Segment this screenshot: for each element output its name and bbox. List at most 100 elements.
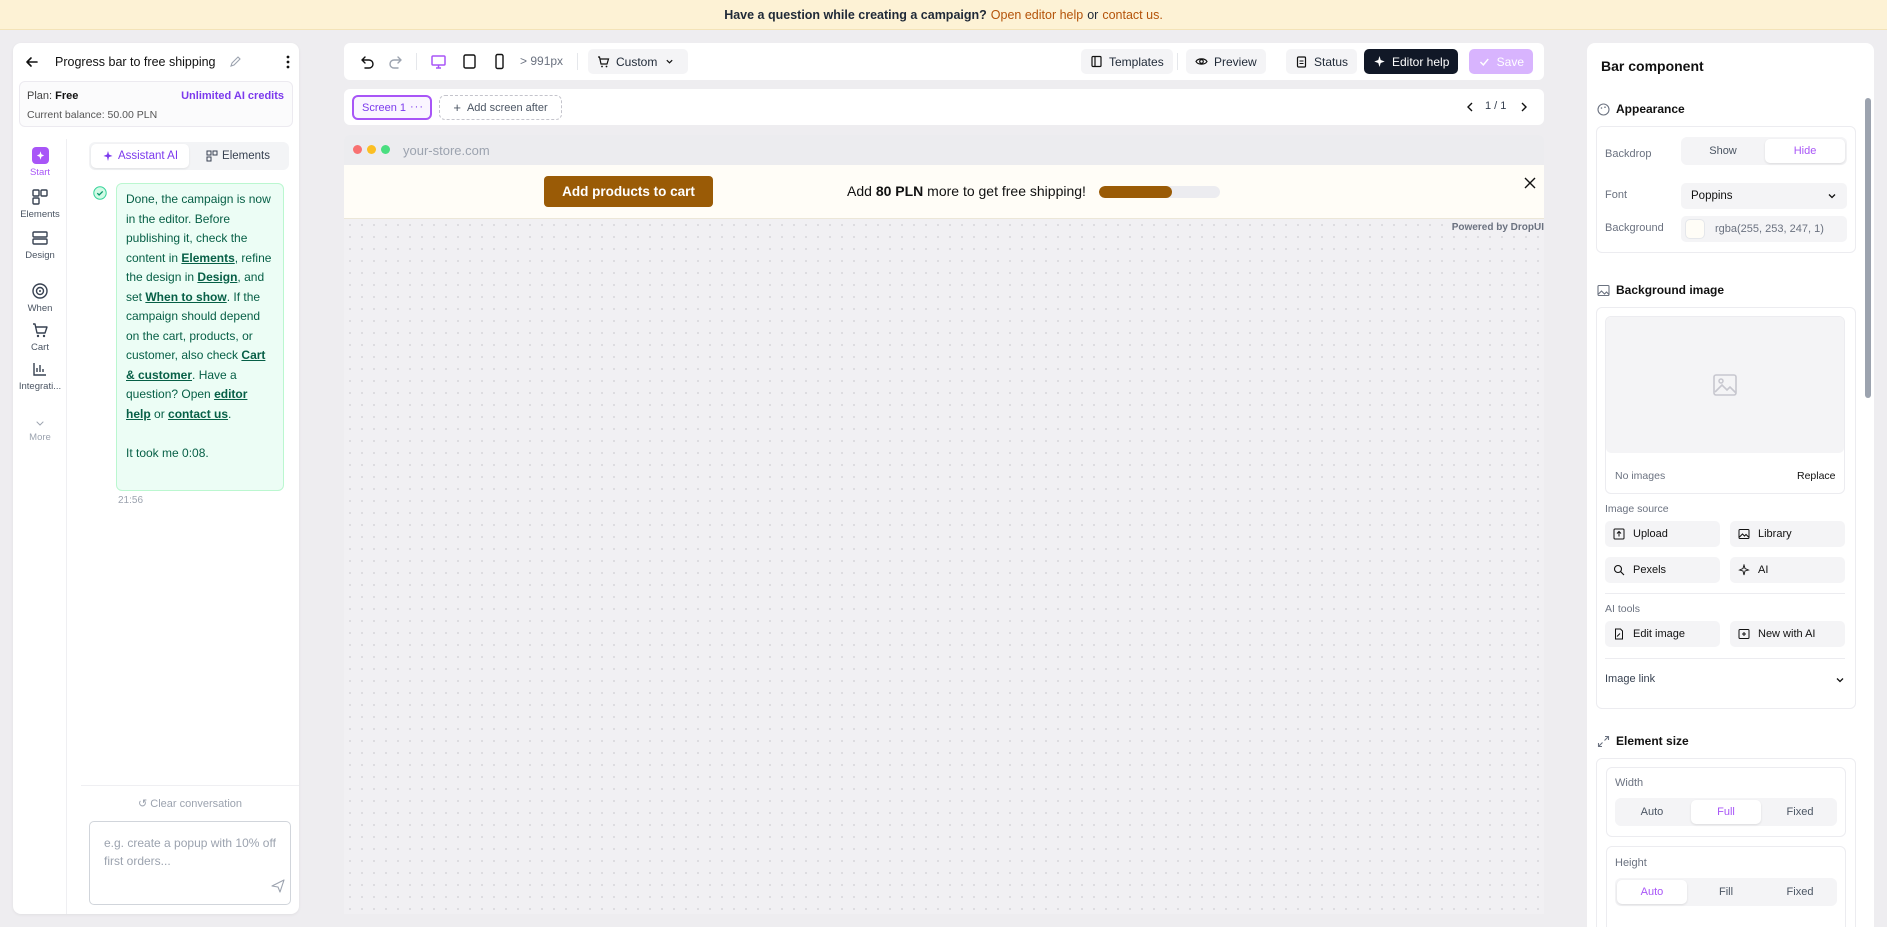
- height-toggle: Auto Fill Fixed: [1615, 878, 1837, 906]
- editor-canvas[interactable]: your-store.com Add products to cart Add …: [344, 135, 1544, 914]
- templates-button[interactable]: Templates: [1081, 49, 1173, 74]
- palette-icon: [1597, 102, 1610, 116]
- screen-bar: Screen 1 ··· + Add screen after 1 / 1: [344, 89, 1544, 125]
- shipping-progress-bar: [1099, 186, 1220, 198]
- toolbar-divider: [577, 53, 578, 70]
- ai-image-button[interactable]: AI: [1730, 557, 1845, 583]
- bg-image-header: Background image: [1597, 283, 1724, 297]
- tab-elements[interactable]: Elements: [189, 144, 287, 168]
- rail-item-start[interactable]: Start: [13, 147, 67, 185]
- status-label: Status: [1314, 54, 1349, 69]
- close-icon[interactable]: [1522, 175, 1538, 191]
- pencil-icon[interactable]: [229, 55, 242, 68]
- tab-assistant-ai[interactable]: Assistant AI: [91, 144, 189, 168]
- screen-label: Screen 1: [362, 101, 407, 114]
- send-icon[interactable]: [271, 879, 285, 893]
- cart-mode-value: Custom: [616, 54, 658, 69]
- ai-credits-link[interactable]: Unlimited AI credits: [181, 90, 284, 102]
- rail-item-cart[interactable]: Cart: [13, 321, 67, 359]
- new-with-ai-label: New with AI: [1758, 628, 1816, 640]
- banner-question: Have a question while creating a campaig…: [724, 7, 987, 22]
- redo-icon[interactable]: [388, 53, 405, 70]
- kebab-menu-icon[interactable]: [281, 54, 295, 70]
- refresh-icon: ↺: [138, 798, 148, 810]
- message-timestamp: 21:56: [118, 495, 144, 506]
- font-value: Poppins: [1691, 190, 1733, 202]
- screen-options-icon[interactable]: ···: [410, 101, 424, 113]
- add-products-button[interactable]: Add products to cart: [544, 176, 713, 207]
- add-screen-label: Add screen after: [466, 101, 548, 114]
- chevron-right-icon[interactable]: [1516, 99, 1532, 115]
- search-icon: [1613, 564, 1625, 576]
- chevron-left-icon[interactable]: [1462, 99, 1478, 115]
- background-value: rgba(255, 253, 247, 1): [1715, 223, 1824, 235]
- store-url: your-store.com: [403, 143, 490, 158]
- msg-text: .: [228, 406, 232, 421]
- color-swatch[interactable]: [1685, 219, 1705, 239]
- tablet-icon[interactable]: [461, 53, 478, 70]
- edit-image-button[interactable]: Edit image: [1605, 621, 1720, 647]
- height-auto[interactable]: Auto: [1617, 880, 1687, 904]
- font-select[interactable]: Poppins: [1681, 183, 1847, 209]
- preview-button[interactable]: Preview: [1186, 49, 1266, 74]
- rail-item-elements[interactable]: Elements: [13, 188, 67, 226]
- background-color-field[interactable]: rgba(255, 253, 247, 1): [1681, 216, 1847, 242]
- image-link-expander[interactable]: Image link: [1605, 673, 1845, 685]
- font-label: Font: [1605, 189, 1628, 201]
- current-balance: Current balance: 50.00 PLN: [27, 109, 158, 121]
- element-size-card: Width Auto Full Fixed Height Auto Fill F…: [1596, 758, 1856, 927]
- rail-label: When: [27, 303, 53, 314]
- image-placeholder[interactable]: [1606, 317, 1844, 453]
- chat-input[interactable]: [89, 821, 291, 905]
- desktop-icon[interactable]: [430, 53, 447, 70]
- open-editor-help-link[interactable]: Open editor help: [991, 8, 1083, 22]
- save-button[interactable]: Save: [1469, 49, 1533, 74]
- library-button[interactable]: Library: [1730, 521, 1845, 547]
- rail-item-when[interactable]: When: [13, 282, 67, 320]
- section-title: Element size: [1616, 734, 1689, 748]
- replace-button[interactable]: Replace: [1797, 470, 1836, 482]
- grid-icon: [206, 150, 218, 162]
- mobile-icon[interactable]: [491, 53, 508, 70]
- contact-us-msg-link[interactable]: contact us: [168, 407, 228, 421]
- banner-or: or: [1087, 7, 1099, 22]
- free-shipping-bar[interactable]: Add products to cart Add 80 PLN more to …: [344, 165, 1544, 219]
- contact-us-link[interactable]: contact us.: [1102, 8, 1162, 22]
- screen-tab-1[interactable]: Screen 1 ···: [352, 95, 432, 120]
- undo-icon[interactable]: [358, 53, 375, 70]
- design-link[interactable]: Design: [197, 270, 237, 284]
- rail-item-design[interactable]: Design: [13, 229, 67, 267]
- panel-scrollbar[interactable]: [1865, 98, 1871, 398]
- clear-conversation-button[interactable]: ↺ Clear conversation: [81, 797, 299, 810]
- ship-post: more to get free shipping!: [927, 183, 1086, 199]
- arrow-left-icon[interactable]: [24, 54, 40, 70]
- image-link-label: Image link: [1605, 673, 1656, 685]
- width-full[interactable]: Full: [1691, 800, 1761, 824]
- height-fill[interactable]: Fill: [1691, 880, 1761, 904]
- appearance-card: Backdrop Show Hide Font Poppins Backgrou…: [1596, 126, 1856, 253]
- rail-item-more[interactable]: More: [13, 417, 67, 455]
- sparkle-icon: [103, 151, 113, 161]
- backdrop-show[interactable]: Show: [1683, 139, 1763, 163]
- when-to-show-link[interactable]: When to show: [145, 290, 226, 304]
- add-screen-button[interactable]: + Add screen after: [439, 95, 562, 120]
- new-with-ai-button[interactable]: New with AI: [1730, 621, 1845, 647]
- status-button[interactable]: Status: [1286, 49, 1358, 74]
- campaign-title: Progress bar to free shipping: [55, 55, 216, 69]
- height-fixed[interactable]: Fixed: [1765, 880, 1835, 904]
- rail-label: Elements: [20, 209, 60, 220]
- elements-link[interactable]: Elements: [181, 251, 234, 265]
- backdrop-hide[interactable]: Hide: [1765, 139, 1845, 163]
- upload-button[interactable]: Upload: [1605, 521, 1720, 547]
- width-auto[interactable]: Auto: [1617, 800, 1687, 824]
- width-fixed[interactable]: Fixed: [1765, 800, 1835, 824]
- plan-box: Plan: Free Unlimited AI credits Current …: [19, 81, 293, 127]
- rail-item-integrations[interactable]: Integrati...: [13, 360, 67, 398]
- upload-label: Upload: [1633, 528, 1668, 540]
- cart-mode-dropdown[interactable]: Custom: [588, 49, 688, 74]
- pexels-button[interactable]: Pexels: [1605, 557, 1720, 583]
- width-card: Width Auto Full Fixed: [1606, 767, 1846, 837]
- editor-help-button[interactable]: Editor help: [1364, 49, 1459, 74]
- toolbar-divider: [1177, 53, 1178, 70]
- image-plus-icon: [1738, 629, 1750, 639]
